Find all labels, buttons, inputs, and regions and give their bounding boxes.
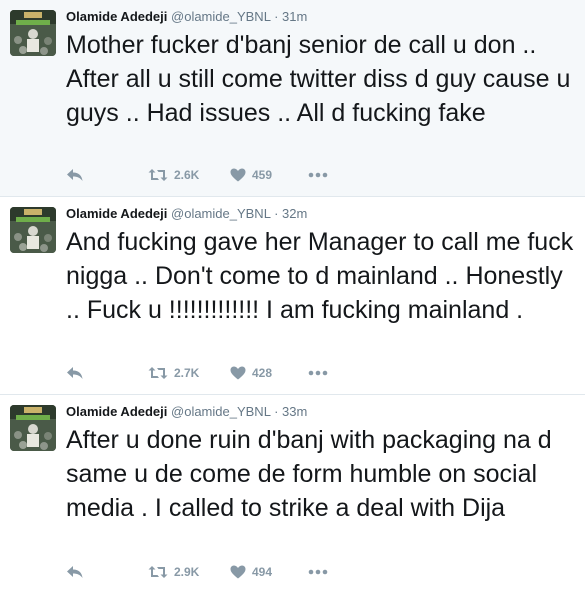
header-separator: · xyxy=(274,9,279,24)
more-dots-icon xyxy=(308,569,328,575)
like-button[interactable]: 459 xyxy=(230,168,272,182)
user-handle[interactable]: @olamide_YBNL xyxy=(171,404,270,419)
like-button[interactable]: 494 xyxy=(230,565,272,579)
retweet-icon xyxy=(148,566,168,578)
tweet-header: Olamide Adedeji @olamide_YBNL · 33m xyxy=(66,404,307,420)
user-name[interactable]: Olamide Adedeji xyxy=(66,206,167,221)
tweet[interactable]: Olamide Adedeji @olamide_YBNL · 31m Moth… xyxy=(0,0,585,197)
more-button[interactable] xyxy=(308,370,328,376)
reply-icon xyxy=(67,367,83,379)
user-name[interactable]: Olamide Adedeji xyxy=(66,404,167,419)
retweet-button[interactable]: 2.9K xyxy=(148,565,199,579)
timestamp[interactable]: 33m xyxy=(282,404,307,419)
avatar[interactable] xyxy=(10,10,56,56)
more-dots-icon xyxy=(308,172,328,178)
heart-icon xyxy=(230,366,246,380)
tweet-header: Olamide Adedeji @olamide_YBNL · 31m xyxy=(66,9,307,25)
tweet-text: And fucking gave her Manager to call me … xyxy=(66,228,574,324)
retweet-button[interactable]: 2.7K xyxy=(148,366,199,380)
user-name[interactable]: Olamide Adedeji xyxy=(66,9,167,24)
more-dots-icon xyxy=(308,370,328,376)
retweet-count: 2.9K xyxy=(174,565,200,579)
tweet-text: After u done ruin d'banj with packaging … xyxy=(66,426,552,522)
like-count: 459 xyxy=(252,168,273,182)
retweet-count: 2.6K xyxy=(174,168,200,182)
retweet-button[interactable]: 2.6K xyxy=(148,168,199,182)
tweet-actions: 2.6K 459 xyxy=(66,163,366,187)
reply-button[interactable] xyxy=(66,366,84,380)
like-button[interactable]: 428 xyxy=(230,366,272,380)
tweet[interactable]: Olamide Adedeji @olamide_YBNL · 32m And … xyxy=(0,197,585,395)
tweet-text: Mother fucker d'banj senior de call u do… xyxy=(66,31,571,127)
timestamp[interactable]: 32m xyxy=(282,206,307,221)
avatar[interactable] xyxy=(10,405,56,451)
like-count: 428 xyxy=(252,366,273,380)
header-separator: · xyxy=(274,206,279,221)
avatar[interactable] xyxy=(10,207,56,253)
heart-icon xyxy=(230,565,246,579)
tweet-actions: 2.9K 494 xyxy=(66,560,366,584)
reply-icon xyxy=(67,566,83,578)
reply-button[interactable] xyxy=(66,565,84,579)
like-count: 494 xyxy=(252,565,273,579)
tweet[interactable]: Olamide Adedeji @olamide_YBNL · 33m Afte… xyxy=(0,395,585,594)
more-button[interactable] xyxy=(308,569,328,575)
user-handle[interactable]: @olamide_YBNL xyxy=(171,9,270,24)
retweet-icon xyxy=(148,169,168,181)
reply-icon xyxy=(67,169,83,181)
tweet-actions: 2.7K 428 xyxy=(66,361,366,385)
reply-button[interactable] xyxy=(66,168,84,182)
tweet-header: Olamide Adedeji @olamide_YBNL · 32m xyxy=(66,206,307,222)
timestamp[interactable]: 31m xyxy=(282,9,307,24)
retweet-icon xyxy=(148,367,168,379)
more-button[interactable] xyxy=(308,172,328,178)
user-handle[interactable]: @olamide_YBNL xyxy=(171,206,270,221)
retweet-count: 2.7K xyxy=(174,366,200,380)
header-separator: · xyxy=(274,404,279,419)
heart-icon xyxy=(230,168,246,182)
